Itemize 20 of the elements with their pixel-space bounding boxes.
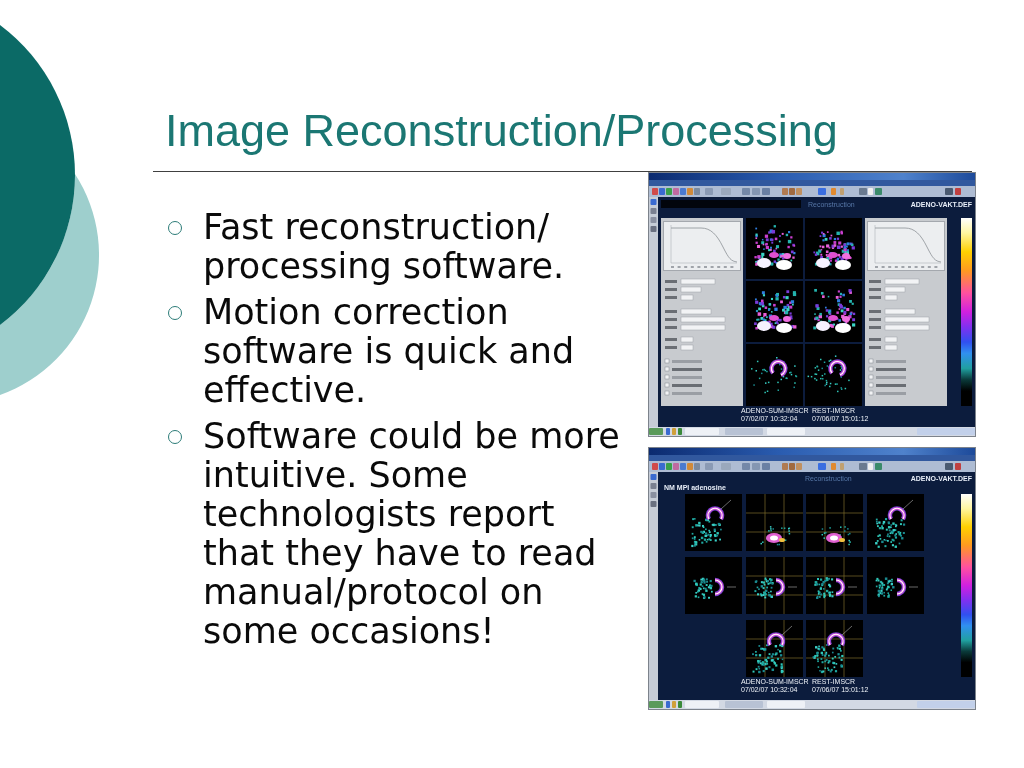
scan-image-drawing: [746, 218, 803, 279]
scan-image-drawing: [685, 494, 742, 551]
scan-image-drawing: [746, 344, 803, 406]
slide-title: Image Reconstruction/Processing: [165, 108, 838, 153]
scan-image-drawing: [866, 557, 924, 614]
bullet-text: Motion correction software is quick and effective.: [203, 293, 576, 410]
scan-image-drawing: [806, 557, 863, 614]
scan-image-drawing: [805, 281, 862, 342]
scan-image-drawing: [746, 281, 803, 342]
scan-image-drawing: [745, 557, 803, 614]
scan-image-drawing: [685, 557, 742, 614]
bullet-text: Fast reconstruction/processing software.: [203, 208, 566, 286]
scan-image-drawing: [806, 620, 863, 677]
scan-image-drawing: [866, 494, 924, 551]
scan-image-drawing: [745, 620, 803, 677]
scan-image-drawing: [745, 494, 803, 551]
scan-image-drawing: [806, 494, 863, 551]
scan-image-drawing: [805, 218, 862, 279]
scan-image-drawing: [805, 344, 862, 406]
bullet-text: Software could be more intuitive. Some technologists report that they have to read manual/protocol on some occasions!: [203, 417, 621, 651]
